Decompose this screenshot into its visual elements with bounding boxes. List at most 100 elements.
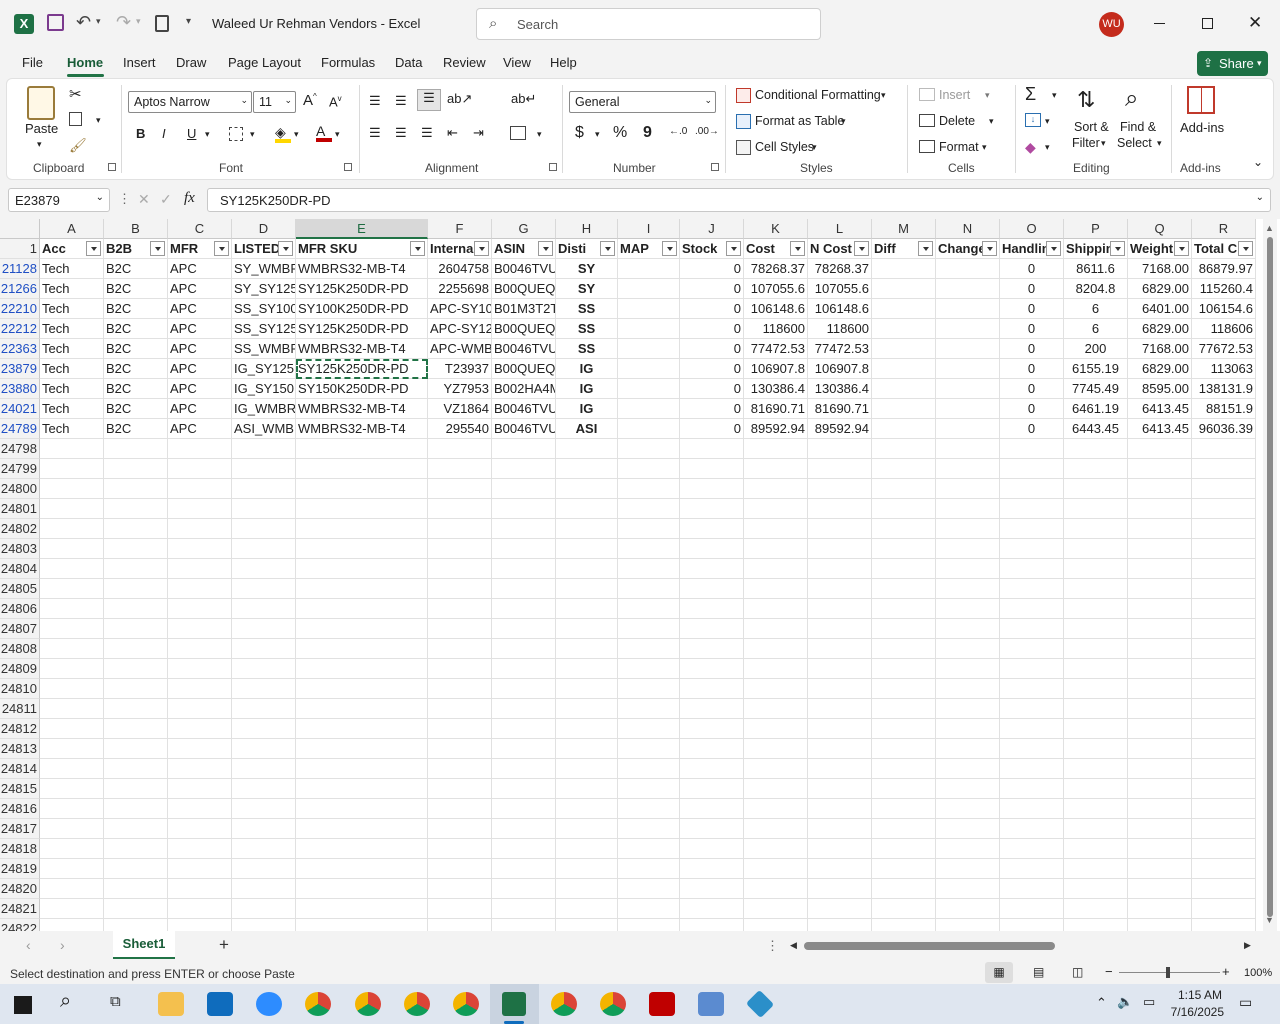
empty-cell[interactable]	[492, 839, 556, 859]
table-cell[interactable]: Tech	[40, 299, 104, 319]
empty-cell[interactable]	[296, 679, 428, 699]
empty-cell[interactable]	[296, 839, 428, 859]
empty-cell[interactable]	[680, 779, 744, 799]
empty-cell[interactable]	[936, 519, 1000, 539]
table-cell[interactable]: 89592.94	[744, 419, 808, 439]
empty-cell[interactable]	[680, 459, 744, 479]
scroll-down-icon[interactable]: ▼	[1265, 915, 1274, 925]
empty-cell[interactable]	[744, 639, 808, 659]
empty-cell[interactable]	[296, 859, 428, 879]
empty-cell[interactable]	[618, 839, 680, 859]
table-cell[interactable]: 0	[1000, 259, 1064, 279]
row-header[interactable]: 24820	[0, 879, 40, 899]
empty-cell[interactable]	[492, 719, 556, 739]
outlook-icon[interactable]	[207, 992, 233, 1016]
empty-cell[interactable]	[872, 699, 936, 719]
table-cell[interactable]: 6	[1064, 319, 1128, 339]
empty-cell[interactable]	[680, 599, 744, 619]
clock-date[interactable]: 7/16/2025	[1162, 1005, 1224, 1019]
column-header-j[interactable]: J	[680, 219, 744, 239]
empty-cell[interactable]	[1064, 879, 1128, 899]
empty-cell[interactable]	[232, 479, 296, 499]
empty-cell[interactable]	[872, 639, 936, 659]
clock-time[interactable]: 1:15 AM	[1172, 988, 1222, 1002]
empty-cell[interactable]	[232, 779, 296, 799]
chrome-icon-6[interactable]	[600, 992, 626, 1016]
column-header-a[interactable]: A	[40, 219, 104, 239]
format-cells-icon[interactable]	[919, 140, 935, 153]
filter-dropdown-icon[interactable]	[854, 241, 869, 256]
empty-cell[interactable]	[680, 479, 744, 499]
empty-cell[interactable]	[556, 499, 618, 519]
increase-decimal-icon[interactable]: ←.0	[669, 126, 687, 137]
empty-cell[interactable]	[936, 839, 1000, 859]
empty-cell[interactable]	[936, 459, 1000, 479]
empty-cell[interactable]	[556, 619, 618, 639]
table-cell[interactable]: SY	[556, 259, 618, 279]
empty-cell[interactable]	[1128, 819, 1192, 839]
table-cell[interactable]	[872, 379, 936, 399]
horizontal-scroll-thumb[interactable]	[804, 942, 1055, 950]
empty-cell[interactable]	[744, 859, 808, 879]
empty-cell[interactable]	[936, 619, 1000, 639]
redo-icon[interactable]: ↷	[116, 12, 131, 33]
row-header[interactable]: 24808	[0, 639, 40, 659]
column-header-f[interactable]: F	[428, 219, 492, 239]
add-ins-button[interactable]: Add-ins	[1180, 120, 1224, 135]
share-button[interactable]: Share ⇪ ▾	[1197, 51, 1268, 76]
table-cell[interactable]: 0	[680, 319, 744, 339]
table-cell[interactable]: Tech	[40, 379, 104, 399]
table-cell[interactable]: ASI	[556, 419, 618, 439]
empty-cell[interactable]	[556, 579, 618, 599]
empty-cell[interactable]	[104, 839, 168, 859]
empty-cell[interactable]	[808, 659, 872, 679]
empty-cell[interactable]	[808, 679, 872, 699]
empty-cell[interactable]	[744, 599, 808, 619]
menu-view[interactable]: View	[503, 55, 531, 70]
empty-cell[interactable]	[680, 899, 744, 919]
table-cell[interactable]: 8611.6	[1064, 259, 1128, 279]
table-cell[interactable]: SY_SY125K	[232, 279, 296, 299]
zoom-level[interactable]: 100%	[1244, 967, 1272, 979]
empty-cell[interactable]	[40, 919, 104, 931]
empty-cell[interactable]	[232, 579, 296, 599]
empty-cell[interactable]	[936, 919, 1000, 931]
empty-cell[interactable]	[808, 819, 872, 839]
empty-cell[interactable]	[1000, 739, 1064, 759]
paste-dropdown-icon[interactable]: ▾	[37, 139, 42, 150]
empty-cell[interactable]	[1000, 499, 1064, 519]
empty-cell[interactable]	[104, 519, 168, 539]
select-all-corner[interactable]	[0, 219, 40, 239]
table-cell[interactable]: APC	[168, 359, 232, 379]
fill-color-dropdown-icon[interactable]: ▾	[294, 129, 299, 140]
table-cell[interactable]: 77472.53	[808, 339, 872, 359]
empty-cell[interactable]	[1192, 739, 1256, 759]
empty-cell[interactable]	[232, 699, 296, 719]
empty-cell[interactable]	[492, 699, 556, 719]
column-header-b[interactable]: B	[104, 219, 168, 239]
empty-cell[interactable]	[872, 859, 936, 879]
empty-cell[interactable]	[1000, 899, 1064, 919]
empty-cell[interactable]	[556, 859, 618, 879]
empty-cell[interactable]	[40, 639, 104, 659]
empty-cell[interactable]	[808, 639, 872, 659]
format-table-icon[interactable]	[736, 114, 751, 129]
table-cell[interactable]: B00QUEQI	[492, 359, 556, 379]
empty-cell[interactable]	[680, 879, 744, 899]
empty-cell[interactable]	[618, 919, 680, 931]
empty-cell[interactable]	[232, 799, 296, 819]
row-header[interactable]: 24814	[0, 759, 40, 779]
empty-cell[interactable]	[104, 499, 168, 519]
empty-cell[interactable]	[744, 459, 808, 479]
insert-cells-icon[interactable]	[919, 88, 935, 101]
empty-cell[interactable]	[1192, 679, 1256, 699]
zoom-in-icon[interactable]: +	[1222, 964, 1230, 979]
filter-dropdown-icon[interactable]	[410, 241, 425, 256]
table-cell[interactable]: B00QUEQI	[492, 279, 556, 299]
table-cell[interactable]: 113063	[1192, 359, 1256, 379]
table-cell[interactable]: B2C	[104, 419, 168, 439]
table-cell[interactable]: APC-SY12	[428, 319, 492, 339]
add-sheet-button[interactable]: +	[219, 935, 229, 955]
empty-cell[interactable]	[1064, 459, 1128, 479]
empty-cell[interactable]	[168, 719, 232, 739]
